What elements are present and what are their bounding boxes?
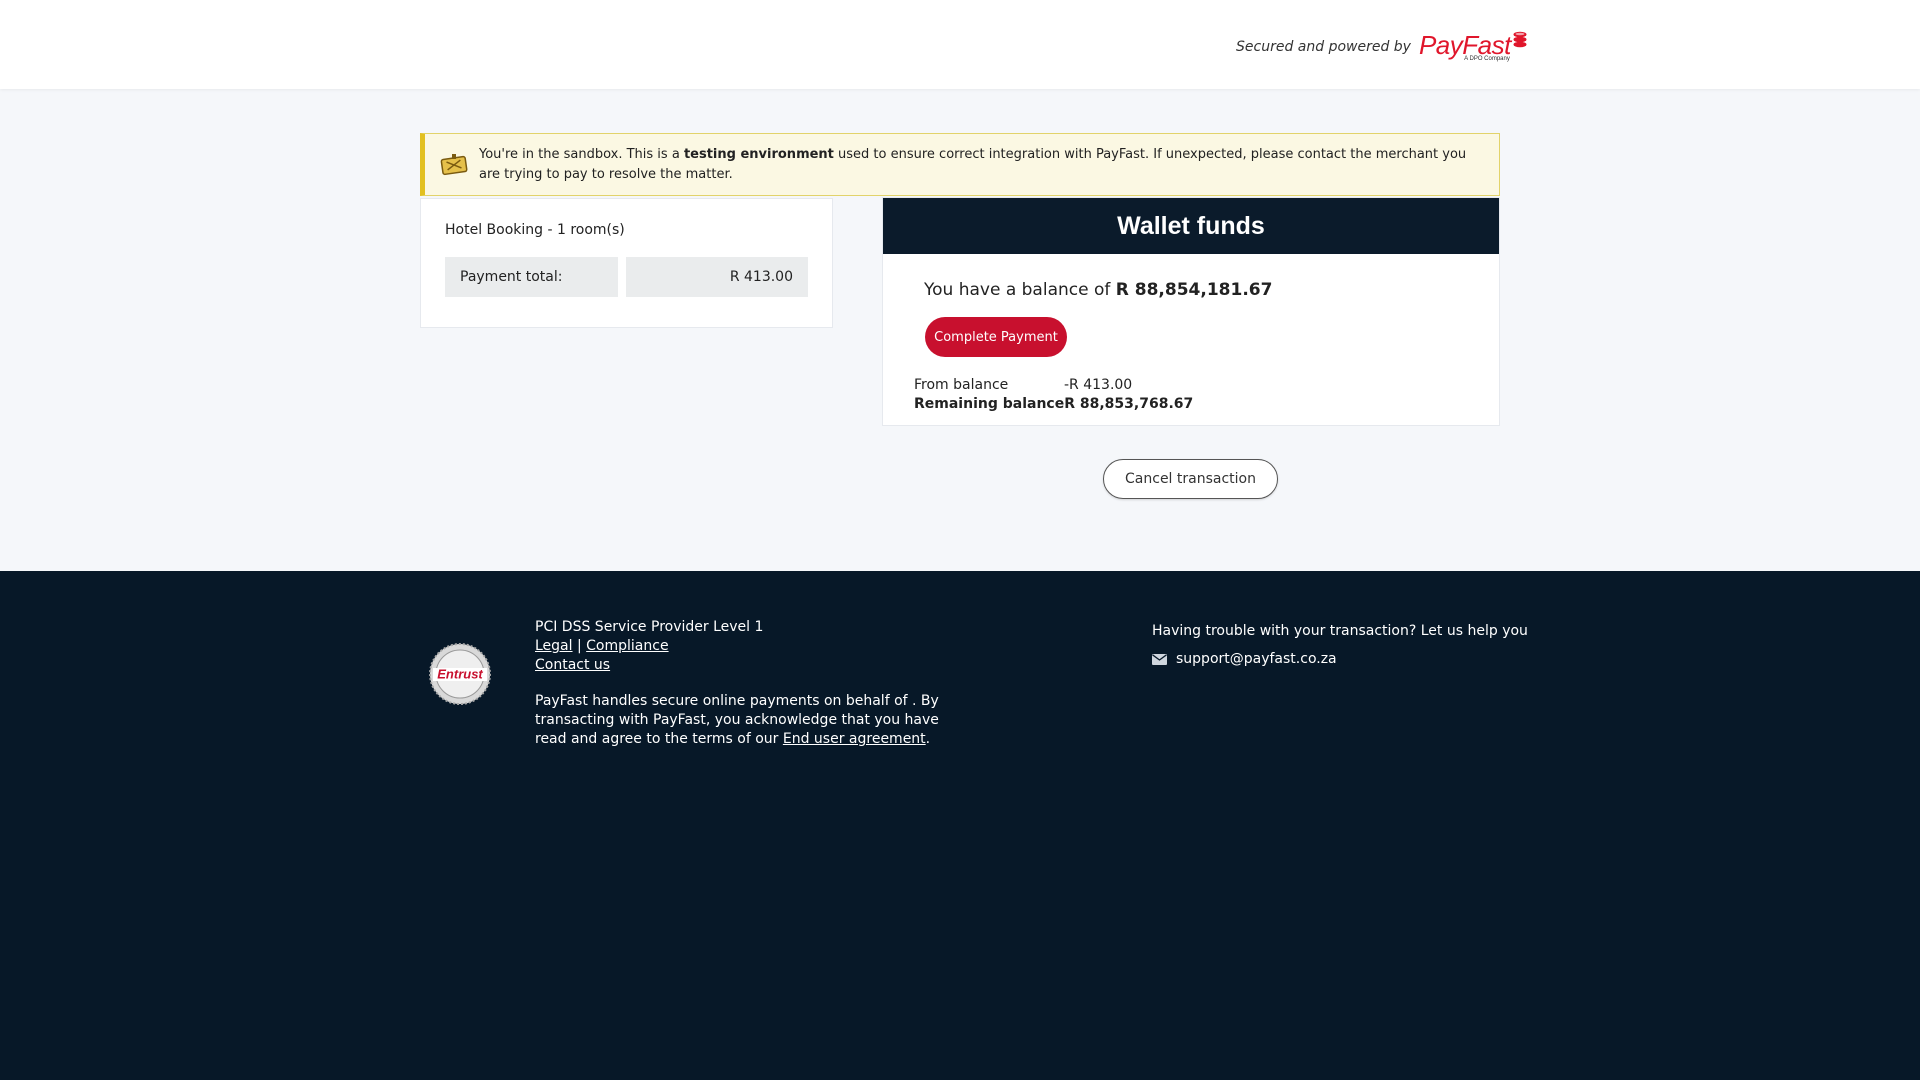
support-contact[interactable]: support@payfast.co.za — [1152, 651, 1337, 667]
payment-total-value: R 413.00 — [626, 257, 808, 297]
end-user-agreement-link[interactable]: End user agreement — [783, 731, 926, 747]
wallet-heading: Wallet funds — [883, 198, 1499, 254]
balance-summary: From balance -R 413.00 Remaining balance… — [914, 376, 1193, 414]
legal-links: Legal | Compliance — [535, 637, 955, 656]
wallet-funds-card: Wallet funds You have a balance of R 88,… — [882, 197, 1500, 426]
sandbox-banner: You're in the sandbox. This is a testing… — [420, 133, 1500, 196]
top-header: Secured and powered by PayFast A DPO Com… — [0, 0, 1920, 89]
compliance-link[interactable]: Compliance — [586, 638, 668, 654]
from-balance-row: From balance -R 413.00 — [914, 376, 1193, 395]
footer-info: PCI DSS Service Provider Level 1 Legal |… — [535, 618, 955, 749]
sandbox-sign-icon — [440, 153, 468, 175]
entrust-seal-icon: Entrust — [429, 643, 491, 705]
sandbox-message: You're in the sandbox. This is a testing… — [479, 146, 1467, 182]
contact-link[interactable]: Contact us — [535, 657, 610, 673]
footer-disclaimer: PayFast handles secure online payments o… — [535, 693, 939, 747]
remaining-balance-label: Remaining balance — [914, 396, 1065, 412]
mail-icon — [1152, 653, 1167, 665]
payfast-coins-icon — [1513, 31, 1527, 47]
cancel-transaction-button[interactable]: Cancel transaction — [1103, 459, 1278, 499]
order-summary-card: Hotel Booking - 1 room(s) Payment total:… — [420, 198, 833, 328]
from-balance-value: -R 413.00 — [1064, 377, 1133, 393]
support-email[interactable]: support@payfast.co.za — [1176, 651, 1337, 667]
footer: Entrust PCI DSS Service Provider Level 1… — [0, 571, 1920, 1080]
order-title: Hotel Booking - 1 room(s) — [445, 222, 625, 238]
from-balance-label: From balance — [914, 377, 1009, 393]
payment-total-label: Payment total: — [445, 257, 618, 297]
payfast-logo-sub: A DPO Company — [1464, 55, 1510, 62]
payment-total-row: Payment total: R 413.00 — [445, 257, 808, 297]
seal-text: Entrust — [437, 667, 483, 682]
remaining-balance-value: R 88,853,768.67 — [1064, 396, 1194, 412]
payfast-logo: PayFast A DPO Company — [1418, 29, 1528, 62]
sandbox-emphasis: testing environment — [683, 146, 834, 162]
powered-text: Secured and powered by — [1236, 39, 1411, 55]
payfast-logo-word: PayFast — [1418, 29, 1511, 60]
legal-link[interactable]: Legal — [535, 638, 573, 654]
pci-text: PCI DSS Service Provider Level 1 — [535, 619, 764, 635]
powered-by: Secured and powered by PayFast A DPO Com… — [1236, 30, 1528, 64]
complete-payment-button[interactable]: Complete Payment — [925, 317, 1067, 357]
balance-amount: R 88,854,181.67 — [1115, 280, 1273, 300]
help-text: Having trouble with your transaction? Le… — [1152, 623, 1528, 639]
remaining-balance-row: Remaining balance R 88,853,768.67 — [914, 395, 1193, 414]
balance-line: You have a balance of R 88,854,181.67 — [924, 280, 1273, 300]
link-separator: | — [576, 638, 582, 654]
